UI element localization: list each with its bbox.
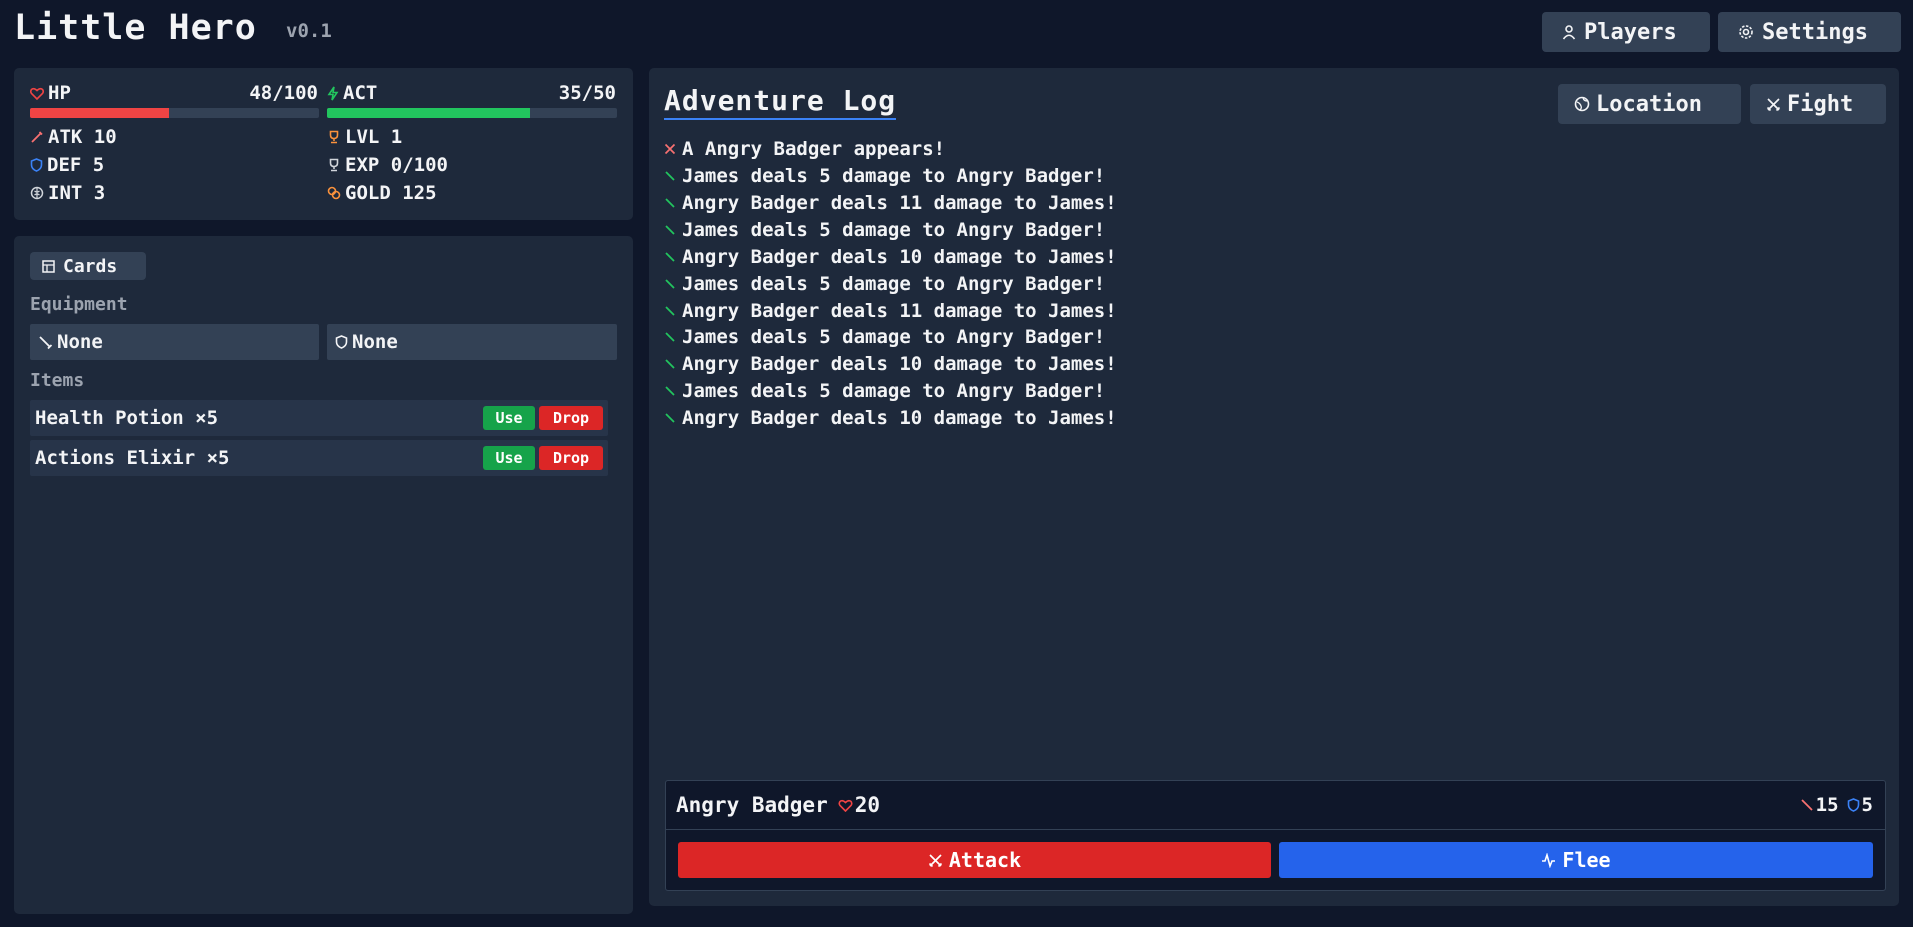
items-heading: Items bbox=[30, 370, 85, 391]
log-line: James deals 5 damage to Angry Badger! bbox=[664, 380, 1105, 402]
hp-bar-fill bbox=[30, 108, 169, 118]
sword-icon bbox=[665, 413, 675, 423]
crossed-swords-icon bbox=[1766, 97, 1781, 111]
sword-icon bbox=[665, 306, 675, 316]
log-line: James deals 5 damage to Angry Badger! bbox=[664, 219, 1105, 241]
enemy-card: Angry Badger 20 15 5 Attack Flee bbox=[665, 780, 1886, 891]
act-label: ACT bbox=[327, 82, 377, 104]
armor-slot[interactable]: None bbox=[327, 324, 617, 360]
log-line: Angry Badger deals 10 damage to James! bbox=[664, 407, 1117, 429]
log-line: James deals 5 damage to Angry Badger! bbox=[664, 273, 1105, 295]
exp-stat: EXP 0/100 bbox=[327, 154, 448, 176]
gear-icon bbox=[1739, 25, 1753, 39]
log-line: Angry Badger deals 10 damage to James! bbox=[664, 353, 1117, 375]
crossed-swords-icon bbox=[928, 853, 942, 867]
sword-icon bbox=[665, 359, 675, 369]
globe-icon bbox=[1574, 96, 1590, 112]
log-line: Angry Badger deals 10 damage to James! bbox=[664, 246, 1117, 268]
enemy-atk: 15 bbox=[1815, 794, 1839, 816]
sword-icon bbox=[665, 386, 675, 396]
sword-icon bbox=[665, 252, 675, 262]
sword-icon bbox=[31, 131, 43, 143]
act-bar-fill bbox=[327, 108, 530, 118]
list-item: Health Potion ×5 Use Drop bbox=[30, 400, 608, 436]
act-value: 35/50 bbox=[558, 82, 616, 104]
log-line: James deals 5 damage to Angry Badger! bbox=[664, 165, 1105, 187]
trophy-outline-icon bbox=[329, 158, 339, 172]
list-item: Actions Elixir ×5 Use Drop bbox=[30, 440, 608, 476]
location-button[interactable]: Location bbox=[1558, 84, 1741, 124]
heart-icon bbox=[30, 87, 44, 100]
flee-button[interactable]: Flee bbox=[1279, 842, 1873, 878]
shield-icon bbox=[335, 335, 348, 349]
attack-button[interactable]: Attack bbox=[678, 842, 1271, 878]
shield-icon bbox=[30, 158, 43, 172]
act-bar bbox=[327, 108, 617, 118]
fight-button[interactable]: Fight bbox=[1750, 84, 1886, 124]
use-button[interactable]: Use bbox=[483, 446, 535, 470]
header: Little Hero v0.1 Players Settings bbox=[0, 0, 1913, 64]
sword-icon bbox=[665, 171, 675, 181]
version-label: v0.1 bbox=[286, 20, 332, 42]
drop-button[interactable]: Drop bbox=[539, 406, 603, 430]
equipment-heading: Equipment bbox=[30, 294, 128, 315]
log-line: Angry Badger deals 11 damage to James! bbox=[664, 192, 1117, 214]
user-icon bbox=[1562, 25, 1576, 40]
sword-icon bbox=[39, 335, 53, 349]
players-button[interactable]: Players bbox=[1542, 12, 1710, 52]
enemy-def: 5 bbox=[1861, 794, 1873, 816]
sword-icon bbox=[1801, 799, 1813, 811]
activity-icon bbox=[1542, 852, 1556, 868]
enemy-stats: 15 5 bbox=[1800, 794, 1873, 816]
lvl-stat: LVL 1 bbox=[327, 126, 402, 148]
game-title: Little Hero bbox=[14, 8, 257, 48]
brain-icon bbox=[30, 186, 44, 200]
players-label: Players bbox=[1584, 19, 1677, 45]
log-title: Adventure Log bbox=[664, 86, 897, 120]
crossed-swords-icon bbox=[664, 143, 676, 155]
shield-icon bbox=[1847, 798, 1859, 812]
enemy-name: Angry Badger bbox=[676, 793, 828, 817]
log-line: A Angry Badger appears! bbox=[664, 138, 945, 160]
item-name: Actions Elixir ×5 bbox=[35, 447, 230, 469]
hp-label: HP bbox=[30, 82, 71, 104]
trophy-icon bbox=[329, 130, 339, 144]
lightning-icon bbox=[327, 86, 339, 100]
sword-icon bbox=[665, 225, 675, 235]
enemy-name-row: Angry Badger 20 bbox=[676, 793, 880, 817]
def-stat: DEF 5 bbox=[30, 154, 104, 176]
item-name: Health Potion ×5 bbox=[35, 407, 219, 429]
log-line: Angry Badger deals 11 damage to James! bbox=[664, 300, 1117, 322]
settings-label: Settings bbox=[1762, 19, 1868, 45]
sword-icon bbox=[665, 332, 675, 342]
log-line: James deals 5 damage to Angry Badger! bbox=[664, 326, 1105, 348]
settings-button[interactable]: Settings bbox=[1718, 12, 1901, 52]
tab-cards[interactable]: Cards bbox=[30, 252, 146, 280]
enemy-header: Angry Badger 20 15 5 bbox=[666, 781, 1885, 830]
use-button[interactable]: Use bbox=[483, 406, 535, 430]
int-stat: INT 3 bbox=[30, 182, 105, 204]
sword-icon bbox=[665, 198, 675, 208]
hp-bar bbox=[30, 108, 319, 118]
enemy-hp: 20 bbox=[838, 793, 880, 817]
gold-stat: GOLD 125 bbox=[327, 182, 437, 204]
sword-icon bbox=[665, 279, 675, 289]
atk-stat: ATK 10 bbox=[30, 126, 117, 148]
heart-icon bbox=[838, 799, 853, 812]
drop-button[interactable]: Drop bbox=[539, 446, 603, 470]
hp-value: 48/100 bbox=[249, 82, 318, 104]
weapon-slot[interactable]: None bbox=[30, 324, 319, 360]
cards-icon bbox=[42, 259, 55, 273]
coins-icon bbox=[327, 186, 341, 200]
